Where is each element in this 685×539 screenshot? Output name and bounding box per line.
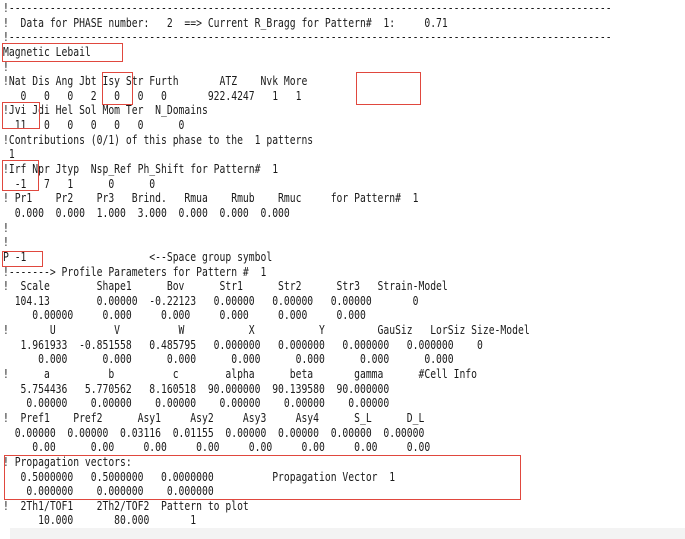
text-line: ! Data for PHASE number: 2 ==> Current R… (3, 15, 448, 30)
text-line: ! 2Th1/TOF1 2Th2/TOF2 Pattern to plot (3, 498, 249, 513)
text-line: ! U V W X Y GauSiz LorSiz Size-Model (3, 323, 530, 338)
highlight-jvi (2, 102, 40, 129)
highlight-magnetic-lebail (2, 43, 123, 62)
pcr-file-text: !---------------------------------------… (3, 1, 612, 528)
text-line: 0.000 0.000 0.000 0.000 0.000 0.000 0.00… (3, 352, 454, 367)
highlight-propagation-vectors (4, 455, 521, 500)
text-line: 104.13 0.00000 -0.22123 0.00000 0.00000 … (3, 293, 419, 308)
text-line: 5.754436 5.770562 8.160518 90.000000 90.… (3, 381, 390, 396)
text-line: ! (3, 235, 9, 250)
text-line: !Jvi Jdi Hel Sol Mom Ter N_Domains (3, 103, 208, 118)
text-line: 0.00000 0.00000 0.00000 0.00000 0.00000 … (3, 396, 390, 411)
text-line: ! (3, 220, 9, 235)
text-line: 0.000 0.000 1.000 3.000 0.000 0.000 0.00… (3, 205, 290, 220)
text-line: ! Scale Shape1 Bov Str1 Str2 Str3 Strain… (3, 279, 448, 294)
text-line: 0.00000 0.00000 0.03116 0.01155 0.00000 … (3, 425, 425, 440)
text-line: ! a b c alpha beta gamma #Cell Info (3, 367, 478, 382)
text-line: 11 0 0 0 0 0 0 (3, 118, 185, 133)
text-line: !---------------------------------------… (3, 1, 612, 15)
highlight-space-group (2, 251, 43, 267)
text-line: ! Pr1 Pr2 Pr3 Brind. Rmua Rmub Rmuc for … (3, 191, 419, 206)
text-line: P -1 <--Space group symbol (3, 249, 273, 264)
bottom-scroll-area (10, 528, 685, 539)
text-line: 10.000 80.000 1 (3, 513, 197, 528)
text-line: 0.00 0.00 0.00 0.00 0.00 0.00 0.00 0.00 (3, 440, 431, 455)
text-line: ! Pref1 Pref2 Asy1 Asy2 Asy3 Asy4 S_L D_… (3, 410, 425, 425)
text-line: 0.00000 0.000 0.000 0.000 0.000 0.000 (3, 308, 366, 323)
highlight-jbt (102, 72, 133, 105)
highlight-irf (2, 160, 39, 191)
text-line: 1.961933 -0.851558 0.485795 0.000000 0.0… (3, 337, 483, 352)
text-line: !Contributions (0/1) of this phase to th… (3, 132, 314, 147)
text-line: !-------> Profile Parameters for Pattern… (3, 264, 267, 279)
highlight-nvk-more (356, 72, 421, 105)
text-line: -1 7 1 0 0 (3, 176, 156, 191)
text-line: 1 (3, 147, 15, 162)
text-line: !Nat Dis Ang Jbt Isy Str Furth ATZ Nvk M… (3, 74, 308, 89)
text-line: 0 0 0 2 0 0 0 922.4247 1 1 (3, 88, 302, 103)
text-line: !Irf Npr Jtyp Nsp_Ref Ph_Shift for Patte… (3, 162, 279, 177)
